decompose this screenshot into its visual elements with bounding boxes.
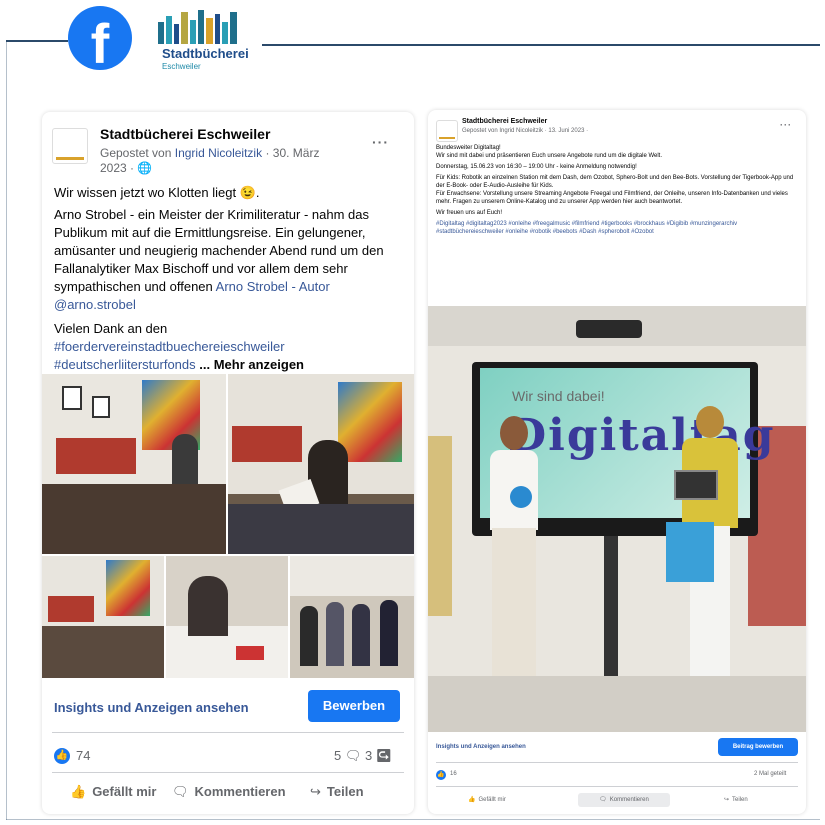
body-line-1: Wir wissen jetzt wo Klotten liegt 😉. xyxy=(54,185,260,200)
like-button[interactable]: 👍 Gefällt mir xyxy=(70,784,156,800)
boost-button[interactable]: Bewerben xyxy=(308,690,400,722)
tablet xyxy=(674,470,718,500)
divider xyxy=(52,732,404,733)
thumbs-up-icon: 👍 xyxy=(70,784,87,799)
photo-audience-wide[interactable] xyxy=(42,556,164,678)
body-line-4: Für Kids: Robotik an einzelnen Station m… xyxy=(436,175,794,189)
boost-button[interactable]: Beitrag bewerben xyxy=(718,738,798,756)
post-author[interactable]: Stadtbücherei Eschweiler xyxy=(462,118,547,125)
see-more-link[interactable]: ... Mehr anzeigen xyxy=(196,357,304,372)
library-logo-subtitle: Eschweiler xyxy=(162,62,201,71)
post-meta: Gepostet von Ingrid Nicoleitzik · 30. Mä… xyxy=(100,146,340,176)
insights-link[interactable]: Insights und Anzeigen ansehen xyxy=(54,700,249,715)
post-card-left: Stadtbücherei Eschweiler Gepostet von In… xyxy=(42,112,414,814)
author-tag-link[interactable]: Arno Strobel - Autor xyxy=(216,279,330,294)
hashtags[interactable]: #Digitaltag #digitaltag2023 #onleihe #fr… xyxy=(436,220,796,236)
photo-group[interactable] xyxy=(290,556,414,678)
thanks-line: Vielen Dank an den xyxy=(54,321,168,336)
share-button[interactable]: ↪ Teilen xyxy=(310,784,364,800)
post-body: Bundesweiter Digitaltag! Wir sind mit da… xyxy=(436,144,796,236)
more-options-icon[interactable]: ··· xyxy=(372,134,389,150)
globe-icon: 🌐 xyxy=(137,161,153,175)
frame-line-left xyxy=(6,40,7,820)
body-line-2: Wir sind mit dabei und präsentieren Euch… xyxy=(436,153,663,159)
insights-link[interactable]: Insights und Anzeigen ansehen xyxy=(436,744,526,750)
more-options-icon[interactable]: ··· xyxy=(780,120,792,130)
post-card-right: Stadtbücherei Eschweiler Gepostet von In… xyxy=(428,110,806,814)
likes-count[interactable]: 74 xyxy=(76,748,90,763)
share-label: Teilen xyxy=(326,784,364,799)
comment-icon: 🗨 xyxy=(172,784,189,799)
frame-line-bottom xyxy=(6,819,820,820)
hashtag-foerderverein[interactable]: #foerdervereinstadtbuechereieschweiler xyxy=(54,339,285,354)
poster xyxy=(666,522,714,582)
library-logo-bars xyxy=(158,10,237,44)
thumbs-up-icon: 👍 xyxy=(468,797,476,803)
share-icon: ↪ xyxy=(310,784,321,799)
body-line-6: Wir freuen uns auf Euch! xyxy=(436,210,503,216)
comment-label: Kommentieren xyxy=(194,784,286,799)
divider xyxy=(436,786,798,787)
meta-prefix: Gepostet von xyxy=(100,146,172,160)
like-reaction-icon[interactable]: 👍 xyxy=(54,748,70,764)
post-author[interactable]: Stadtbücherei Eschweiler xyxy=(100,126,270,142)
comments-shares-count[interactable]: 5 🗨 3 ↪ xyxy=(334,748,392,764)
frame-line-top-right xyxy=(262,44,820,46)
screen-subtitle: Wir sind dabei! xyxy=(512,388,605,404)
frame-line-top-left xyxy=(6,40,68,42)
library-logo-name: Stadtbücherei xyxy=(162,46,249,61)
body-line-3: Donnerstag, 15.06.23 von 16:30 – 19:00 U… xyxy=(436,164,637,170)
page-avatar[interactable] xyxy=(52,128,88,164)
photo-book-signing[interactable] xyxy=(166,556,288,678)
hashtag-literaturfonds[interactable]: #deutscherliitersturfonds xyxy=(54,357,196,372)
author-handle-link[interactable]: @arno.strobel xyxy=(54,297,136,312)
meta-person-link[interactable]: Ingrid Nicoleitzik xyxy=(175,146,262,160)
like-label: Gefällt mir xyxy=(92,784,157,799)
share-label: Teilen xyxy=(732,797,748,803)
comment-label: Kommentieren xyxy=(609,797,649,803)
page-avatar[interactable] xyxy=(436,120,458,142)
photo-author-reading[interactable] xyxy=(228,374,414,554)
body-line-5: Für Erwachsene: Vorstellung unsere Strea… xyxy=(436,191,788,205)
shares-count[interactable]: 2 Mal geteilt xyxy=(754,771,786,777)
comment-button[interactable]: 🗨 Kommentieren xyxy=(578,793,670,807)
comment-button[interactable]: 🗨 Kommentieren xyxy=(172,784,286,800)
person-left xyxy=(486,416,542,706)
body-line-1: Bundesweiter Digitaltag! xyxy=(436,145,501,151)
like-button[interactable]: 👍 Gefällt mir xyxy=(468,796,506,803)
post-body: Wir wissen jetzt wo Klotten liegt 😉. Arn… xyxy=(54,184,404,374)
photo-digitaltag-event[interactable]: Wir sind dabei! Digitaltag 2023 xyxy=(428,306,806,732)
post-meta: Gepostet von Ingrid Nicoleitzik · 13. Ju… xyxy=(462,128,589,134)
video-camera xyxy=(576,320,642,338)
robot-toy xyxy=(510,486,532,508)
like-reaction-icon[interactable]: 👍 xyxy=(436,770,446,780)
likes-count[interactable]: 16 xyxy=(450,771,457,777)
share-button[interactable]: ↪ Teilen xyxy=(724,796,748,803)
facebook-logo: f xyxy=(68,6,132,70)
library-logo: Stadtbücherei Eschweiler xyxy=(150,8,260,74)
comment-icon: 🗨 xyxy=(599,797,607,803)
share-icon: ↪ xyxy=(724,797,730,803)
like-label: Gefällt mir xyxy=(478,797,506,803)
divider xyxy=(436,762,798,763)
photo-reading-audience[interactable] xyxy=(42,374,226,554)
divider xyxy=(52,772,404,773)
